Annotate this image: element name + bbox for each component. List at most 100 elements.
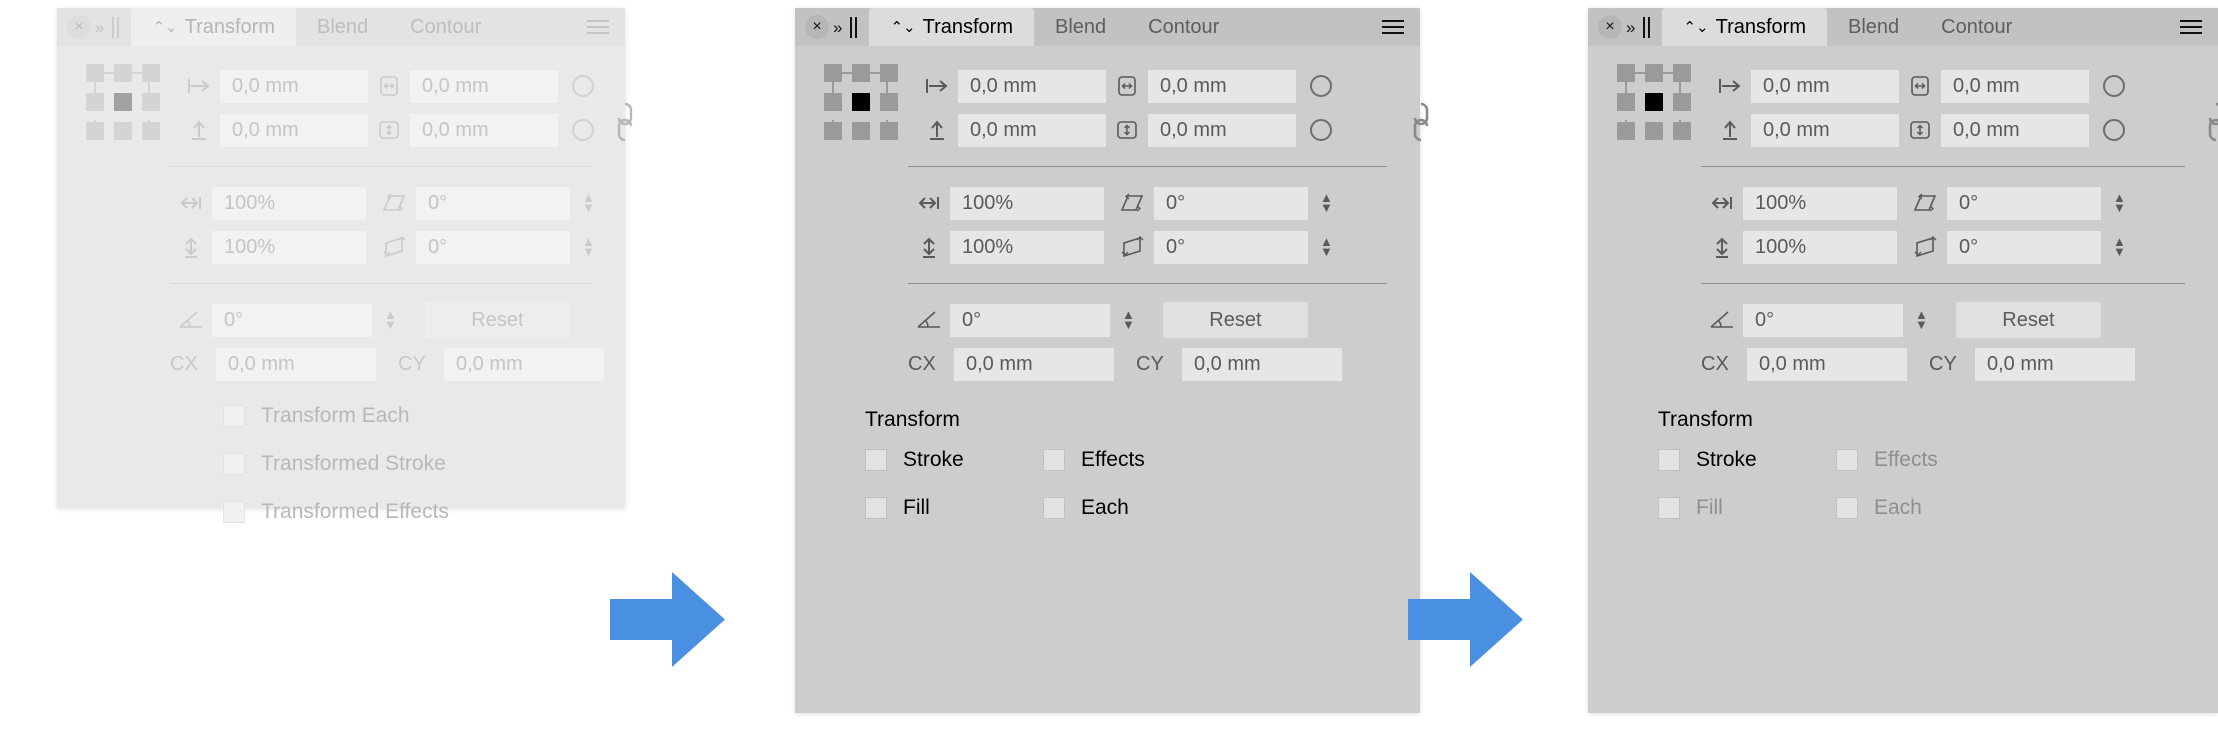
cx-input[interactable]: 0,0 mm: [954, 347, 1114, 381]
rotation-input[interactable]: 0°: [212, 303, 372, 337]
rotation-input[interactable]: 0°: [1743, 303, 1903, 337]
shear-vertical-stepper[interactable]: ▲ ▼: [582, 235, 595, 258]
reset-button[interactable]: Reset: [1955, 302, 2101, 338]
anchor-point-center[interactable]: [114, 93, 132, 111]
shear-vertical-stepper[interactable]: ▲ ▼: [2113, 235, 2126, 258]
checkbox-box[interactable]: [1836, 449, 1858, 471]
checkbox-box[interactable]: [1043, 497, 1065, 519]
checkbox-box[interactable]: [1658, 497, 1680, 519]
shear-vertical-input[interactable]: 0°: [1154, 230, 1308, 264]
checkbox-effects[interactable]: Effects: [1043, 436, 1145, 484]
collapse-chevrons-icon[interactable]: »: [829, 19, 848, 36]
position-y-input[interactable]: 0,0 mm: [958, 113, 1106, 147]
chain-link-icon[interactable]: [612, 98, 638, 146]
collapse-chevrons-icon[interactable]: »: [1622, 19, 1641, 36]
tab-contour[interactable]: Contour: [389, 8, 502, 46]
position-y-input[interactable]: 0,0 mm: [1751, 113, 1899, 147]
close-icon[interactable]: ×: [67, 15, 91, 39]
height-input[interactable]: 0,0 mm: [410, 113, 558, 147]
anchor-point-selector[interactable]: [86, 64, 168, 140]
checkbox-fill[interactable]: Fill: [1658, 484, 1836, 532]
shear-horizontal-input[interactable]: 0°: [1947, 186, 2101, 220]
checkbox-box[interactable]: [1836, 497, 1858, 519]
checkbox-stroke[interactable]: Stroke: [1658, 436, 1836, 484]
tab-blend[interactable]: Blend: [296, 8, 389, 46]
chain-link-icon[interactable]: [1408, 98, 1434, 146]
height-input[interactable]: 0,0 mm: [1941, 113, 2089, 147]
shear-vertical-input[interactable]: 0°: [416, 230, 570, 264]
checkbox-box[interactable]: [865, 497, 887, 519]
checkbox-box[interactable]: [1043, 449, 1065, 471]
chain-link-icon[interactable]: [2203, 98, 2218, 146]
height-input[interactable]: 0,0 mm: [1148, 113, 1296, 147]
width-input[interactable]: 0,0 mm: [1148, 69, 1296, 103]
scale-height-input[interactable]: 100%: [212, 230, 366, 264]
checkbox-each[interactable]: Each: [1836, 484, 1922, 532]
checkbox-transformed-effects[interactable]: Transformed Effects: [223, 488, 625, 536]
tab-contour[interactable]: Contour: [1127, 8, 1240, 46]
tab-contour[interactable]: Contour: [1920, 8, 2033, 46]
anchor-point-selector[interactable]: [824, 64, 906, 140]
close-icon[interactable]: ×: [1598, 15, 1622, 39]
tab-transform[interactable]: ⌃⌄ Transform: [869, 8, 1034, 46]
checkbox-transform-each[interactable]: Transform Each: [223, 392, 625, 440]
tab-transform[interactable]: ⌃⌄ Transform: [1662, 8, 1827, 46]
tab-blend[interactable]: Blend: [1827, 8, 1920, 46]
lock-height-toggle[interactable]: [1310, 119, 1332, 141]
drag-grip-icon[interactable]: [110, 16, 127, 38]
scale-height-input[interactable]: 100%: [1743, 230, 1897, 264]
lock-width-toggle[interactable]: [2103, 75, 2125, 97]
hamburger-menu-icon[interactable]: [1366, 20, 1420, 34]
shear-vertical-stepper[interactable]: ▲ ▼: [1320, 235, 1333, 258]
checkbox-box[interactable]: [223, 501, 245, 523]
rotation-stepper[interactable]: ▲ ▼: [384, 308, 397, 331]
checkbox-box[interactable]: [223, 405, 245, 427]
shear-vertical-input[interactable]: 0°: [1947, 230, 2101, 264]
shear-horizontal-stepper[interactable]: ▲ ▼: [2113, 191, 2126, 214]
checkbox-box[interactable]: [1658, 449, 1680, 471]
rotation-input[interactable]: 0°: [950, 303, 1110, 337]
anchor-point-selector[interactable]: [1617, 64, 1699, 140]
rotation-stepper[interactable]: ▲ ▼: [1122, 308, 1135, 331]
checkbox-box[interactable]: [865, 449, 887, 471]
anchor-point-center[interactable]: [1645, 93, 1663, 111]
scale-width-input[interactable]: 100%: [212, 186, 366, 220]
cy-input[interactable]: 0,0 mm: [1975, 347, 2135, 381]
cy-input[interactable]: 0,0 mm: [1182, 347, 1342, 381]
lock-height-toggle[interactable]: [2103, 119, 2125, 141]
checkbox-box[interactable]: [223, 453, 245, 475]
shear-horizontal-input[interactable]: 0°: [416, 186, 570, 220]
shear-horizontal-input[interactable]: 0°: [1154, 186, 1308, 220]
drag-grip-icon[interactable]: [848, 16, 865, 38]
width-input[interactable]: 0,0 mm: [410, 69, 558, 103]
anchor-point-center[interactable]: [852, 93, 870, 111]
position-x-input[interactable]: 0,0 mm: [1751, 69, 1899, 103]
hamburger-menu-icon[interactable]: [571, 20, 625, 34]
position-y-input[interactable]: 0,0 mm: [220, 113, 368, 147]
tab-blend[interactable]: Blend: [1034, 8, 1127, 46]
checkbox-transformed-stroke[interactable]: Transformed Stroke: [223, 440, 625, 488]
position-x-input[interactable]: 0,0 mm: [220, 69, 368, 103]
checkbox-stroke[interactable]: Stroke: [865, 436, 1043, 484]
shear-horizontal-stepper[interactable]: ▲ ▼: [1320, 191, 1333, 214]
cx-input[interactable]: 0,0 mm: [1747, 347, 1907, 381]
cy-input[interactable]: 0,0 mm: [444, 347, 604, 381]
width-input[interactable]: 0,0 mm: [1941, 69, 2089, 103]
position-x-input[interactable]: 0,0 mm: [958, 69, 1106, 103]
lock-height-toggle[interactable]: [572, 119, 594, 141]
hamburger-menu-icon[interactable]: [2164, 20, 2218, 34]
drag-grip-icon[interactable]: [1641, 16, 1658, 38]
reset-button[interactable]: Reset: [424, 302, 570, 338]
tab-transform[interactable]: ⌃⌄ Transform: [131, 8, 296, 46]
reset-button[interactable]: Reset: [1162, 302, 1308, 338]
checkbox-each[interactable]: Each: [1043, 484, 1129, 532]
close-icon[interactable]: ×: [805, 15, 829, 39]
scale-height-input[interactable]: 100%: [950, 230, 1104, 264]
rotation-stepper[interactable]: ▲ ▼: [1915, 308, 1928, 331]
checkbox-effects[interactable]: Effects: [1836, 436, 1938, 484]
lock-width-toggle[interactable]: [1310, 75, 1332, 97]
scale-width-input[interactable]: 100%: [950, 186, 1104, 220]
cx-input[interactable]: 0,0 mm: [216, 347, 376, 381]
shear-horizontal-stepper[interactable]: ▲ ▼: [582, 191, 595, 214]
lock-width-toggle[interactable]: [572, 75, 594, 97]
